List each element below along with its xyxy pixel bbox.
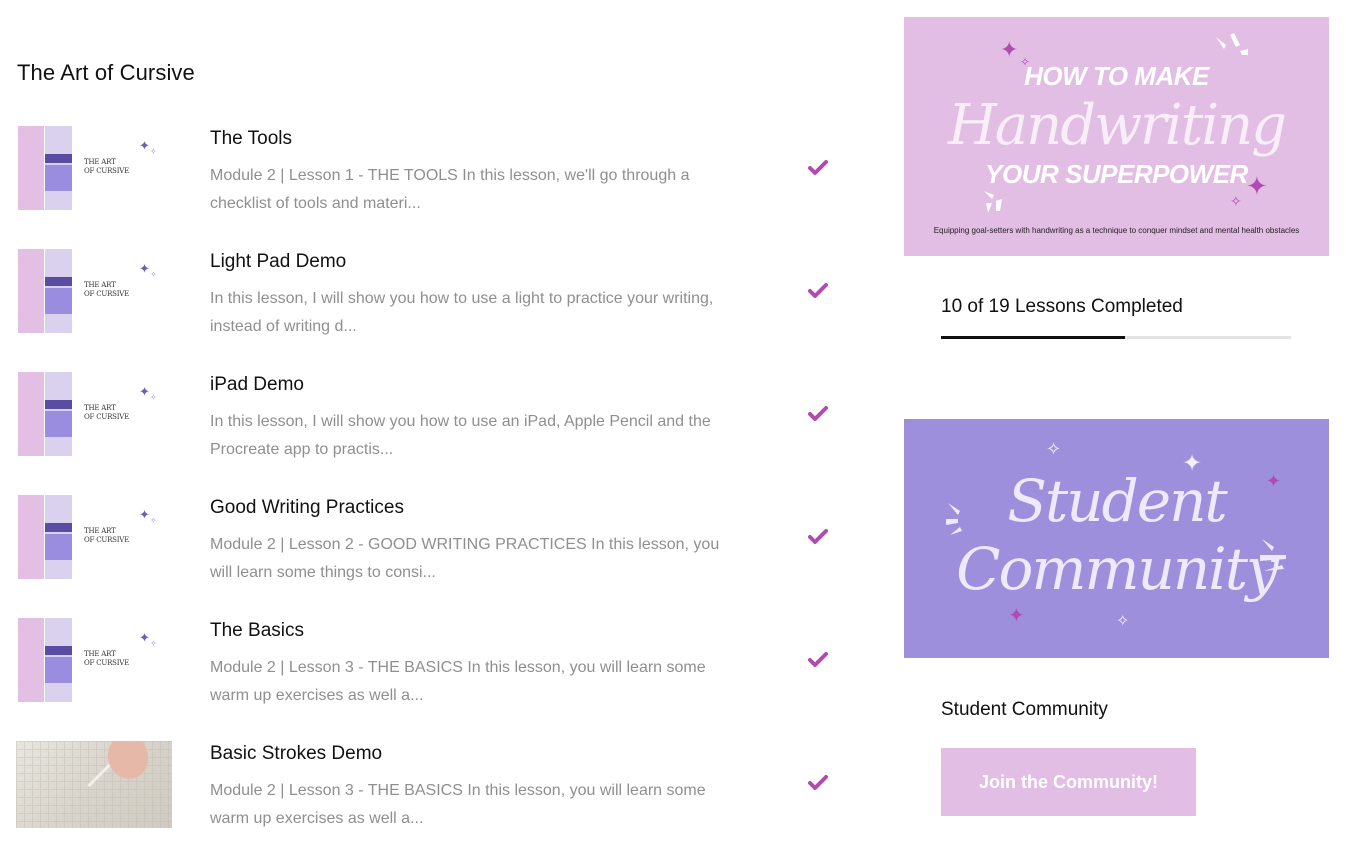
lesson-description: Module 2 | Lesson 2 - GOOD WRITING PRACT… — [210, 536, 720, 581]
cover-title: THE ART OF CURSIVE — [84, 650, 130, 667]
burst-icon — [1216, 33, 1248, 55]
lesson-title[interactable]: Basic Strokes Demo — [210, 743, 382, 765]
lesson-title[interactable]: Good Writing Practices — [210, 497, 404, 519]
sparkle-icon: ✧ — [1116, 613, 1130, 630]
cover-bar — [45, 288, 72, 314]
lesson-list: THE ART OF CURSIVE ✦ ✧ The Tools Module 2 | … — [16, 123, 846, 842]
progress-label: 10 of 19 Lessons Completed — [941, 296, 1183, 317]
checkmark-icon — [808, 406, 828, 421]
checkmark-icon — [808, 160, 828, 175]
lesson-item[interactable]: THE ART OF CURSIVE ✦ ✧ Light Pad Demo In thi… — [16, 246, 846, 369]
sparkle-icon: ✦ — [1182, 450, 1203, 477]
sparkle-icon: ✧ — [1020, 55, 1031, 69]
cover-bar — [18, 372, 44, 456]
sparkle-icon: ✦ — [1266, 471, 1282, 491]
cover-bar — [18, 249, 44, 333]
progress-bar-fill — [941, 336, 1126, 339]
sparkle-icon: ✧ — [150, 270, 157, 279]
sparkle-icon: ✦ — [139, 384, 150, 399]
checkmark-icon — [808, 652, 828, 667]
burst-icon — [1260, 539, 1286, 571]
lesson-thumbnail[interactable]: THE ART OF CURSIVE ✦ ✧ — [16, 495, 172, 582]
grid-paper — [16, 741, 172, 828]
lesson-description: In this lesson, I will show you how to u… — [210, 290, 714, 335]
burst-icon — [984, 191, 1002, 213]
lesson-description: Module 2 | Lesson 3 - THE BASICS In this… — [210, 782, 706, 827]
promo-banner[interactable]: HOW TO MAKE Handwriting YOUR SUPERPOWER … — [904, 17, 1329, 256]
join-community-button[interactable]: Join the Community! — [941, 748, 1196, 816]
lesson-description: Module 2 | Lesson 3 - THE BASICS In this… — [210, 659, 706, 704]
lesson-item[interactable]: Basic Strokes Demo Module 2 | Lesson 3 - … — [16, 738, 846, 842]
lesson-thumbnail[interactable] — [16, 741, 172, 828]
lesson-thumbnail[interactable]: THE ART OF CURSIVE ✦ ✧ — [16, 618, 172, 705]
sparkle-icon: ✦ — [1246, 171, 1268, 201]
community-banner[interactable]: Student Community ✧ ✦ ✦ ✦ ✧ — [904, 419, 1329, 658]
cover-bar — [18, 618, 44, 702]
checkmark-icon — [808, 283, 828, 298]
sparkle-icon: ✦ — [139, 138, 150, 153]
sparkle-icon: ✦ — [139, 630, 150, 645]
lesson-title[interactable]: Light Pad Demo — [210, 251, 346, 273]
lesson-thumbnail[interactable]: THE ART OF CURSIVE ✦ ✧ — [16, 249, 172, 336]
lesson-title[interactable]: The Basics — [210, 620, 304, 642]
cover-bar — [45, 534, 72, 560]
checkmark-icon — [808, 775, 828, 790]
community-title: Student Community — [941, 699, 1108, 720]
sparkle-icon: ✦ — [1008, 605, 1025, 627]
checkmark-icon — [808, 529, 828, 544]
cover-title: THE ART OF CURSIVE — [84, 527, 130, 544]
sparkle-icon: ✧ — [150, 393, 157, 402]
lesson-item[interactable]: THE ART OF CURSIVE ✦ ✧ Good Writing Practic… — [16, 492, 846, 615]
cover-bar — [18, 126, 44, 210]
cover-bar — [18, 495, 44, 579]
sparkle-icon: ✦ — [139, 261, 150, 276]
cover-bar — [45, 165, 72, 191]
sparkle-icon: ✦ — [1000, 37, 1019, 62]
sparkle-icon: ✧ — [150, 639, 157, 648]
cover-bar — [45, 400, 72, 409]
lesson-thumbnail[interactable]: THE ART OF CURSIVE ✦ ✧ — [16, 372, 172, 459]
lesson-item[interactable]: THE ART OF CURSIVE ✦ ✧ The Tools Module 2 | … — [16, 123, 846, 246]
lesson-description: In this lesson, I will show you how to u… — [210, 413, 711, 458]
promo-banner-line1: HOW TO MAKE — [1024, 61, 1209, 91]
lesson-title[interactable]: iPad Demo — [210, 374, 304, 396]
lesson-title[interactable]: The Tools — [210, 128, 292, 150]
lesson-thumbnail[interactable]: THE ART OF CURSIVE ✦ ✧ — [16, 126, 172, 213]
cover-bar — [45, 523, 72, 532]
sparkle-icon: ✧ — [1046, 439, 1062, 459]
cover-bar — [45, 646, 72, 655]
lesson-description: Module 2 | Lesson 1 - THE TOOLS In this … — [210, 167, 690, 212]
sparkle-icon: ✧ — [1230, 193, 1242, 209]
course-title: The Art of Cursive — [17, 60, 195, 85]
cover-bar — [45, 657, 72, 683]
lesson-item[interactable]: THE ART OF CURSIVE ✦ ✧ The Basics Module 2 |… — [16, 615, 846, 738]
cover-title: THE ART OF CURSIVE — [84, 281, 130, 298]
cover-bar — [45, 154, 72, 163]
lesson-item[interactable]: THE ART OF CURSIVE ✦ ✧ iPad Demo In this les… — [16, 369, 846, 492]
cover-bar — [45, 277, 72, 286]
promo-banner-line2: Handwriting — [947, 93, 1287, 158]
sparkle-icon: ✧ — [150, 147, 157, 156]
cover-title: THE ART OF CURSIVE — [84, 158, 130, 175]
cover-title: THE ART OF CURSIVE — [84, 404, 130, 421]
sparkle-icon: ✦ — [139, 507, 150, 522]
burst-icon — [946, 503, 962, 535]
cover-bar — [45, 411, 72, 437]
sparkle-icon: ✧ — [150, 516, 157, 525]
promo-banner-tagline: Equipping goal-setters with handwriting … — [933, 226, 1300, 235]
progress-bar — [941, 336, 1291, 339]
